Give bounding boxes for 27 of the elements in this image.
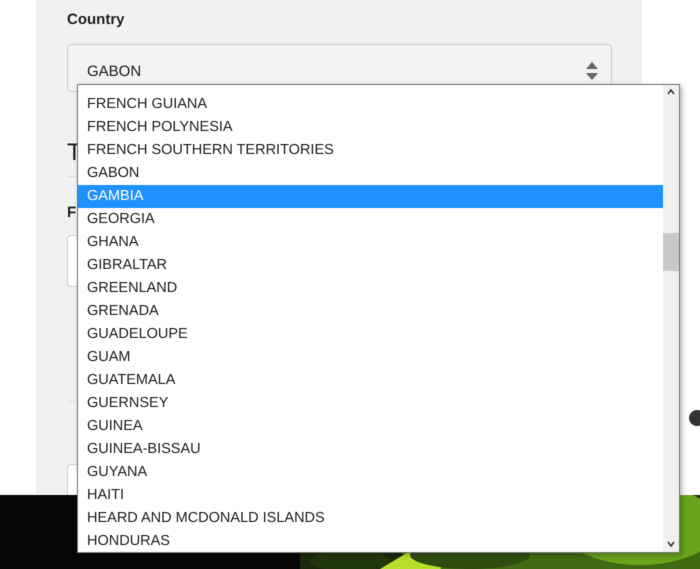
dropdown-option[interactable]: GUYANA bbox=[78, 461, 663, 484]
sort-arrows-icon bbox=[586, 62, 598, 80]
dropdown-option[interactable]: GEORGIA bbox=[78, 208, 663, 231]
dropdown-option[interactable]: FRENCH GUIANA bbox=[78, 93, 663, 116]
scrollbar[interactable] bbox=[663, 85, 679, 552]
dropdown-option[interactable]: GUINEA bbox=[78, 415, 663, 438]
dropdown-option[interactable]: GHANA bbox=[78, 231, 663, 254]
dropdown-option[interactable]: HAITI bbox=[78, 484, 663, 507]
dropdown-option[interactable]: GIBRALTAR bbox=[78, 254, 663, 277]
dropdown-option[interactable]: HEARD AND MCDONALD ISLANDS bbox=[78, 507, 663, 530]
scroll-down-icon[interactable] bbox=[667, 541, 675, 547]
dropdown-option[interactable]: GUERNSEY bbox=[78, 392, 663, 415]
dropdown-option[interactable]: GRENADA bbox=[78, 300, 663, 323]
scroll-up-icon[interactable] bbox=[667, 89, 675, 95]
scrollbar-thumb[interactable] bbox=[663, 233, 679, 271]
field-label: F bbox=[67, 203, 76, 223]
dropdown-option[interactable]: HONDURAS bbox=[78, 530, 663, 552]
help-icon[interactable] bbox=[689, 410, 700, 426]
dropdown-option[interactable]: GREENLAND bbox=[78, 277, 663, 300]
dropdown-option[interactable]: FRENCH SOUTHERN TERRITORIES bbox=[78, 139, 663, 162]
dropdown-option[interactable]: GUATEMALA bbox=[78, 369, 663, 392]
field-label: Country bbox=[67, 10, 124, 30]
dropdown-option[interactable]: GUADELOUPE bbox=[78, 323, 663, 346]
dropdown-option[interactable]: FRENCH POLYNESIA bbox=[78, 116, 663, 139]
dropdown-option[interactable]: GUINEA-BISSAU bbox=[78, 438, 663, 461]
dropdown-option[interactable]: GABON bbox=[78, 162, 663, 185]
dropdown-option[interactable]: GUAM bbox=[78, 346, 663, 369]
